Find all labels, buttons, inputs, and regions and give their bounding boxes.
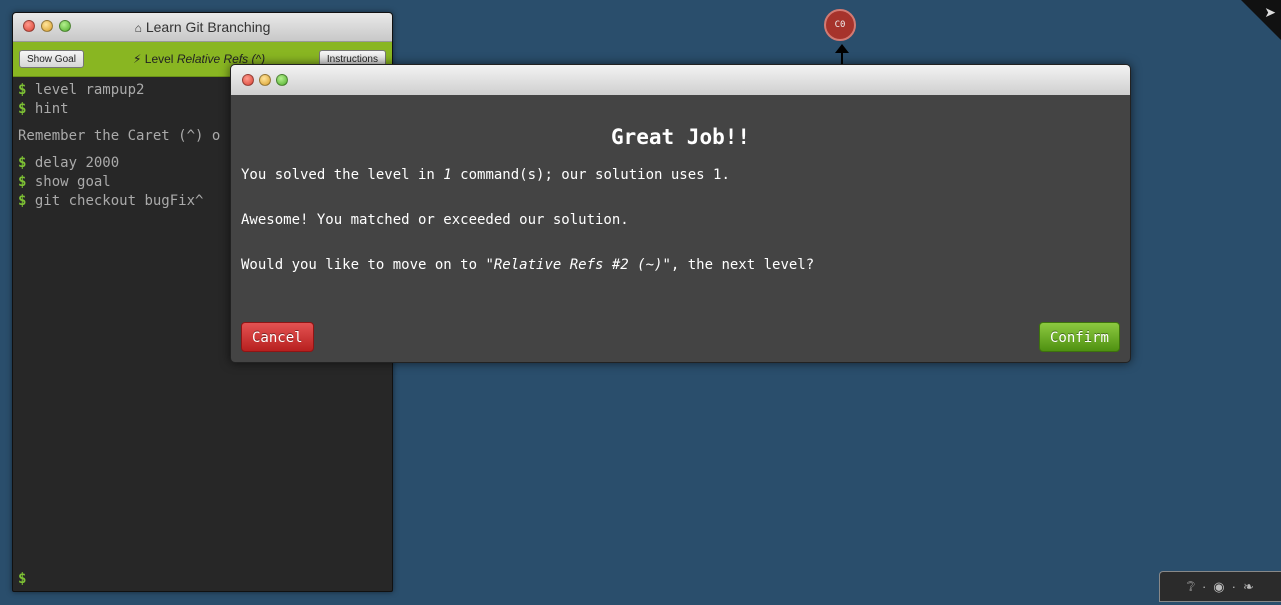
- dialog-body: Great Job!! You solved the level in 1 co…: [231, 125, 1130, 273]
- level-complete-dialog: Great Job!! You solved the level in 1 co…: [230, 64, 1131, 363]
- lightning-icon: ⚡︎: [133, 52, 142, 66]
- dialog-titlebar: [231, 65, 1130, 95]
- maximize-icon[interactable]: [276, 74, 288, 86]
- show-goal-button[interactable]: Show Goal: [19, 50, 84, 68]
- footer-links: ❔︎ · ◉ · ❧: [1159, 571, 1281, 602]
- minimize-icon[interactable]: [259, 74, 271, 86]
- close-icon[interactable]: [242, 74, 254, 86]
- terminal-titlebar: ⌂ Learn Git Branching: [13, 13, 392, 42]
- globe-icon[interactable]: ◉: [1213, 579, 1224, 595]
- confirm-button[interactable]: Confirm: [1038, 322, 1120, 352]
- command-prompt[interactable]: $: [18, 571, 26, 587]
- home-icon: ⌂: [134, 21, 142, 35]
- separator: ·: [1201, 579, 1207, 594]
- pin-icon[interactable]: ➤: [1264, 4, 1276, 21]
- help-icon[interactable]: ❔︎: [1187, 579, 1195, 595]
- solved-text: You solved the level in 1 command(s); ou…: [241, 167, 730, 183]
- cancel-button[interactable]: Cancel: [241, 322, 314, 352]
- awesome-text: Awesome! You matched or exceeded our sol…: [241, 212, 629, 228]
- next-level-text: Would you like to move on to "Relative R…: [241, 257, 815, 273]
- commit-node[interactable]: C0: [824, 9, 856, 41]
- dialog-heading: Great Job!!: [610, 125, 751, 149]
- commit-arrow-stem: [841, 52, 843, 64]
- app-title: ⌂ Learn Git Branching: [134, 19, 271, 35]
- window-controls: [242, 74, 288, 86]
- twitter-icon[interactable]: ❧: [1243, 579, 1254, 595]
- separator: ·: [1231, 579, 1236, 594]
